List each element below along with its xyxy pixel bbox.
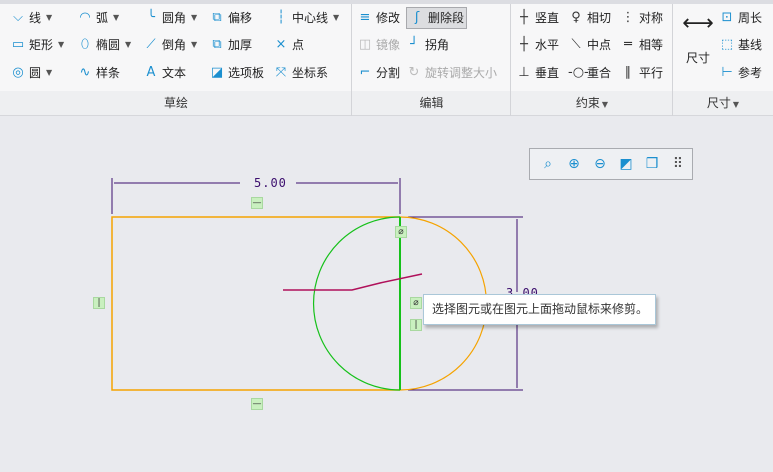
vertical-constraint-icon[interactable]: |: [93, 297, 105, 309]
horizontal-constraint-icon[interactable]: —: [251, 197, 263, 209]
trim-drag-path: [283, 273, 423, 291]
sketch-canvas[interactable]: [0, 0, 773, 472]
vertical-constraint-icon[interactable]: |: [410, 319, 422, 331]
width-dimension-value[interactable]: 5.00: [254, 176, 287, 190]
rectangle[interactable]: [111, 216, 400, 391]
view-toolbar: ⌕ ⊕ ⊖ ◩ ❒ ⠿: [529, 148, 693, 180]
refit-icon[interactable]: ⌕: [538, 154, 558, 174]
tangent-constraint-icon[interactable]: ⌀: [395, 226, 407, 238]
zoom-out-icon[interactable]: ⊖: [590, 154, 610, 174]
zoom-in-icon[interactable]: ⊕: [564, 154, 584, 174]
tangent-constraint-icon[interactable]: ⌀: [410, 297, 422, 309]
horizontal-constraint-icon[interactable]: —: [251, 398, 263, 410]
sketch-display-filter-icon[interactable]: ⠿: [668, 154, 688, 174]
sketch-view-icon[interactable]: ◩: [616, 154, 636, 174]
circle-left-arc[interactable]: [312, 216, 401, 391]
display-style-icon[interactable]: ❒: [642, 154, 662, 174]
tooltip: 选择图元或在图元上面拖动鼠标来修剪。: [423, 294, 656, 325]
